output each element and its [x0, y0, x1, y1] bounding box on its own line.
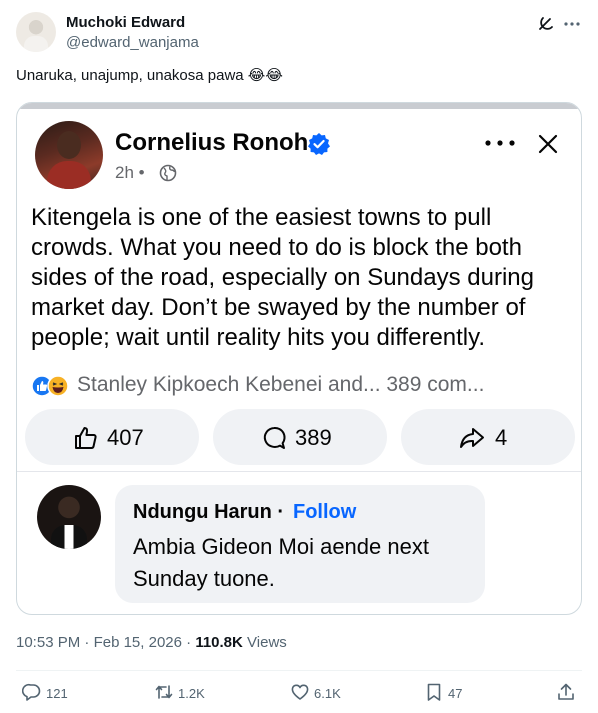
fb-body-line: people; wait until reality hits you diff…: [31, 324, 486, 351]
views-count: 110.8K: [195, 634, 243, 651]
fb-author-avatar: [35, 121, 103, 189]
like-count: 6.1K: [314, 686, 341, 701]
repost-icon: [155, 685, 173, 699]
fb-body-line: Kitengela is one of the easiest towns to…: [31, 204, 492, 231]
tweet-time[interactable]: 10:53 PM: [16, 634, 80, 651]
fb-more-icon: [485, 140, 515, 146]
close-icon: [538, 134, 558, 154]
embed-top-edge: [17, 103, 581, 109]
tweet-action-bar: 121 1.2K 6.1K 47: [16, 682, 582, 706]
fb-comment-count: 389: [295, 425, 332, 450]
author-avatar[interactable]: [16, 12, 56, 52]
comment-author-name: Ndungu Harun: [133, 501, 272, 523]
tweet-date[interactable]: Feb 15, 2026: [94, 634, 182, 651]
comment-author: Ndungu Harun ·: [133, 501, 285, 523]
fb-like-pill: 407: [25, 409, 199, 465]
fb-share-count: 4: [495, 425, 508, 450]
comment-line: Ambia Gideon Moi aende next: [133, 534, 429, 559]
tweet-meta: 10:53 PM · Feb 15, 2026 · 110.8K Views: [16, 634, 287, 651]
fb-body-line: crowds. What you need to do is block the…: [31, 234, 522, 261]
reply-count: 121: [46, 686, 68, 701]
views-label: Views: [247, 634, 287, 651]
fb-reactions-text: Stanley Kipkoech Kebenei and... 389 com.…: [77, 373, 485, 396]
author-handle[interactable]: @edward_wanjama: [66, 34, 199, 51]
commenter-avatar: [37, 485, 101, 549]
comment-divider: [17, 471, 581, 472]
fb-post-time: 2h •: [115, 163, 145, 182]
share-icon: [460, 428, 484, 448]
grok-icon[interactable]: [536, 14, 556, 34]
fb-comment-pill: 389: [213, 409, 387, 465]
fb-body-line: market day. Don’t be swayed by the numbe…: [31, 294, 526, 321]
fb-body-line: sides of the road, especially on Sundays…: [31, 264, 534, 291]
tweet-header: Muchoki Edward @edward_wanjama: [16, 12, 582, 56]
comment-bubble: Ndungu Harun · Follow Ambia Gideon Moi a…: [115, 485, 485, 603]
fb-reactions-row: Stanley Kipkoech Kebenei and... 389 com.…: [31, 373, 571, 401]
share-button[interactable]: [556, 682, 576, 704]
upload-icon: [558, 683, 574, 700]
comment-icon: [263, 426, 286, 449]
repost-count: 1.2K: [178, 686, 205, 701]
thumbs-up-icon: [75, 427, 97, 449]
fb-share-pill: 4: [401, 409, 575, 465]
haha-reaction-icon: [47, 375, 69, 397]
fb-like-count: 407: [107, 425, 144, 450]
embedded-image[interactable]: Cornelius Ronoh 2h • Kitengela is one of…: [16, 102, 582, 615]
verified-icon: [308, 133, 330, 155]
more-icon[interactable]: [562, 14, 582, 34]
author-name[interactable]: Muchoki Edward: [66, 14, 185, 31]
tweet-text: Unaruka, unajump, unakosa pawa 😂😂: [16, 67, 283, 84]
reply-icon: [22, 683, 41, 701]
comment-line: Sunday tuone.: [133, 566, 275, 591]
fb-time-text: 2h: [115, 163, 134, 182]
bookmark-icon: [427, 683, 441, 701]
meta-divider: [16, 670, 582, 671]
bookmark-count: 47: [448, 686, 463, 701]
heart-icon: [291, 684, 309, 700]
fb-post-body: Kitengela is one of the easiest towns to…: [31, 203, 571, 353]
comment-text: Ambia Gideon Moi aende next Sunday tuone…: [133, 531, 429, 595]
follow-link: Follow: [293, 501, 357, 523]
fb-author-name: Cornelius Ronoh: [115, 129, 309, 156]
globe-icon: [159, 164, 177, 182]
